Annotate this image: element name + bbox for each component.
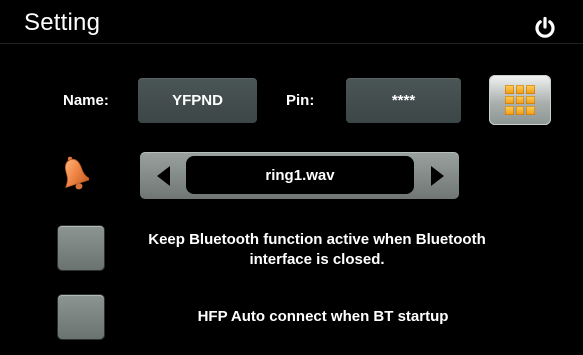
hfp-auto-connect-checkbox[interactable]: [58, 295, 104, 339]
pin-label: Pin:: [286, 92, 315, 109]
ringtone-next-button[interactable]: [417, 152, 457, 199]
keypad-grid-icon: [505, 85, 535, 115]
right-arrow-icon: [431, 165, 444, 186]
pin-field[interactable]: ****: [346, 78, 461, 123]
ringtone-prev-button[interactable]: [144, 152, 184, 199]
keep-bt-active-checkbox[interactable]: [58, 226, 104, 270]
ringtone-selector: ring1.wav: [140, 152, 459, 199]
keep-bt-active-line1: Keep Bluetooth function active when Blue…: [148, 231, 486, 248]
power-button[interactable]: [533, 16, 557, 40]
keep-bt-active-label: Keep Bluetooth function active when Blue…: [108, 230, 526, 270]
keypad-button[interactable]: [489, 75, 551, 125]
page-title: Setting: [24, 9, 101, 36]
left-arrow-icon: [157, 165, 170, 186]
name-field[interactable]: YFPND: [138, 78, 257, 123]
header-bar: Setting: [0, 0, 583, 46]
keep-bt-active-line2: interface is closed.: [249, 251, 385, 268]
ringtone-value: ring1.wav: [186, 156, 414, 194]
name-label: Name:: [63, 92, 109, 109]
power-icon: [535, 16, 555, 38]
bell-icon: [61, 154, 92, 194]
bluetooth-settings-screen: Setting Name: YFPND Pin: **** ring1.wav …: [0, 0, 583, 355]
header-divider: [0, 43, 583, 44]
hfp-auto-connect-label: HFP Auto connect when BT startup: [197, 308, 449, 325]
